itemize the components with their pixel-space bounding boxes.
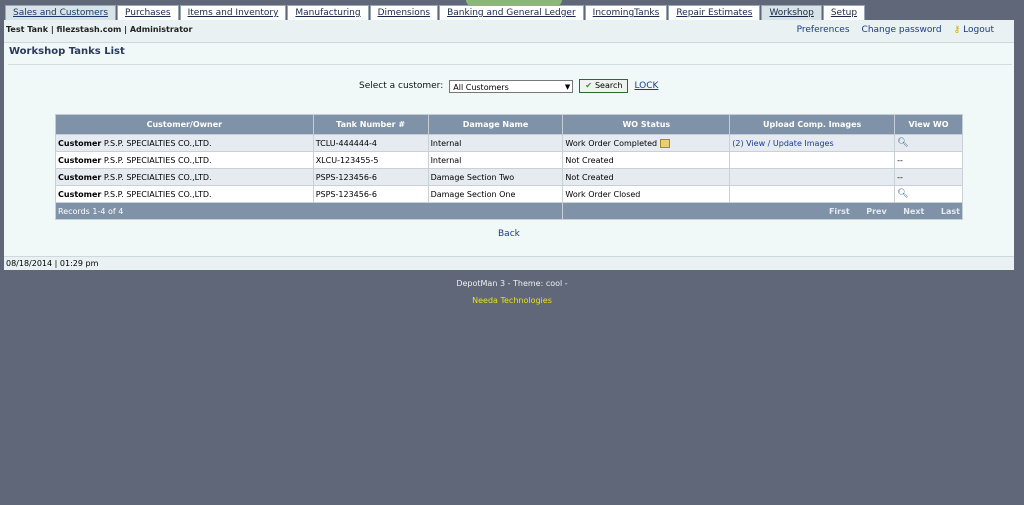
records-count: Records 1-4 of 4 bbox=[54, 202, 564, 220]
column-header[interactable]: Tank Number # bbox=[312, 114, 429, 135]
view-wo-cell: -- bbox=[894, 168, 963, 186]
user-info: Test Tank | filezstash.com | Administrat… bbox=[6, 25, 193, 34]
back-link[interactable]: Back bbox=[498, 229, 520, 239]
table-row: Customer P.S.P. SPECIALTIES CO.,LTD. PSP… bbox=[55, 168, 963, 186]
table-row: Customer P.S.P. SPECIALTIES CO.,LTD. TCL… bbox=[55, 134, 963, 152]
tab-sales-and-customers[interactable]: Sales and Customers bbox=[5, 5, 117, 20]
customer-cell: Customer P.S.P. SPECIALTIES CO.,LTD. bbox=[55, 134, 314, 152]
customer-select-value: All Customers bbox=[453, 82, 509, 92]
customer-select[interactable]: All Customers ▼ bbox=[449, 79, 574, 93]
customer-cell: Customer P.S.P. SPECIALTIES CO.,LTD. bbox=[55, 168, 314, 186]
customer-prefix: Customer bbox=[58, 138, 102, 148]
date-time-bar: 08/18/2014 | 01:29 pm bbox=[4, 256, 1014, 270]
checkmark-icon: ✔ bbox=[585, 81, 592, 90]
tank-number-cell: PSPS-123456-6 bbox=[312, 185, 429, 203]
upload-images-cell bbox=[729, 151, 896, 169]
damage-name-cell: Damage Section Two bbox=[427, 168, 564, 186]
column-header[interactable]: Upload Comp. Images bbox=[729, 114, 896, 135]
table-row: Customer P.S.P. SPECIALTIES CO.,LTD. XLC… bbox=[55, 151, 963, 169]
view-wo-cell: 🔍︎ bbox=[894, 134, 963, 152]
search-button-label: Search bbox=[594, 81, 623, 90]
wo-status-cell: Not Created bbox=[562, 151, 731, 169]
customer-filter-label: Select a customer: bbox=[359, 81, 444, 91]
workshop-tanks-table: Customer/Owner Tank Number # Damage Name… bbox=[54, 114, 963, 220]
date-time: 08/18/2014 | 01:29 pm bbox=[6, 259, 99, 268]
key-icon: ⚷ bbox=[953, 25, 961, 35]
tab-workshop[interactable]: Workshop bbox=[761, 5, 822, 20]
tab-banking-and-general-ledger[interactable]: Banking and General Ledger bbox=[439, 5, 584, 20]
lock-link[interactable]: LOCK bbox=[634, 81, 658, 91]
company-name: Needa Technologies bbox=[472, 296, 552, 305]
pager-next[interactable]: Next bbox=[903, 207, 924, 216]
wo-status-cell: Work Order Completed bbox=[562, 134, 731, 152]
view-wo-cell: 🔍︎ bbox=[894, 185, 963, 203]
chevron-down-icon: ▼ bbox=[564, 82, 571, 91]
customer-cell: Customer P.S.P. SPECIALTIES CO.,LTD. bbox=[55, 185, 314, 203]
tab-repair-estimates[interactable]: Repair Estimates bbox=[668, 5, 761, 20]
customer-cell: Customer P.S.P. SPECIALTIES CO.,LTD. bbox=[55, 151, 314, 169]
pager-prev[interactable]: Prev bbox=[866, 207, 886, 216]
magnifier-icon[interactable]: 🔍︎ bbox=[897, 189, 908, 199]
logout-link[interactable]: Logout bbox=[963, 25, 994, 35]
top-links: Preferences Change password ⚷ Logout bbox=[797, 25, 994, 35]
view-update-images-link[interactable]: (2) View / Update Images bbox=[732, 139, 833, 148]
logout-group: ⚷ Logout bbox=[954, 25, 994, 35]
wo-status-text: Work Order Completed bbox=[565, 138, 658, 148]
upload-images-cell bbox=[729, 185, 896, 203]
search-button[interactable]: ✔ Search bbox=[579, 79, 629, 93]
tab-items-and-inventory[interactable]: Items and Inventory bbox=[179, 5, 287, 20]
tank-number-cell: PSPS-123456-6 bbox=[312, 168, 429, 186]
view-wo-cell: -- bbox=[894, 151, 963, 169]
customer-prefix: Customer bbox=[58, 155, 102, 165]
magnifier-icon[interactable]: 🔍︎ bbox=[897, 138, 908, 148]
column-header[interactable]: WO Status bbox=[562, 114, 731, 135]
pager-first[interactable]: First bbox=[829, 207, 850, 216]
damage-name-cell: Damage Section One bbox=[427, 185, 564, 203]
tank-number-cell: TCLU-444444-4 bbox=[312, 134, 429, 152]
damage-name-cell: Internal bbox=[427, 134, 564, 152]
page-title: Workshop Tanks List bbox=[9, 46, 125, 57]
tank-number-cell: XLCU-123455-5 bbox=[312, 151, 429, 169]
preferences-link[interactable]: Preferences bbox=[797, 25, 850, 35]
main-panel: Test Tank | filezstash.com | Administrat… bbox=[4, 20, 1014, 270]
table-row: Customer P.S.P. SPECIALTIES CO.,LTD. PSP… bbox=[55, 185, 963, 203]
tab-purchases[interactable]: Purchases bbox=[117, 5, 179, 20]
customer-filter: Select a customer: All Customers ▼ ✔ Sea… bbox=[359, 79, 658, 93]
wo-status-cell: Not Created bbox=[562, 168, 731, 186]
table-footer-row: Records 1-4 of 4 First Prev Next Last bbox=[54, 202, 963, 220]
tab-dimensions[interactable]: Dimensions bbox=[369, 5, 439, 20]
main-tabs: Sales and Customers Purchases Items and … bbox=[5, 5, 866, 20]
pager: First Prev Next Last bbox=[562, 202, 963, 220]
column-header[interactable]: Customer/Owner bbox=[55, 114, 314, 135]
upload-images-cell: (2) View / Update Images bbox=[729, 134, 896, 152]
customer-prefix: Customer bbox=[58, 172, 102, 182]
customer-prefix: Customer bbox=[58, 189, 102, 199]
top-bar: Test Tank | filezstash.com | Administrat… bbox=[4, 20, 1014, 43]
tab-setup[interactable]: Setup bbox=[822, 5, 866, 20]
wo-status-cell: Work Order Closed bbox=[562, 185, 731, 203]
tab-incoming-tanks[interactable]: IncomingTanks bbox=[584, 5, 668, 20]
change-password-link[interactable]: Change password bbox=[862, 25, 942, 35]
note-icon[interactable] bbox=[660, 138, 671, 148]
column-header[interactable]: View WO bbox=[894, 114, 963, 135]
pager-last[interactable]: Last bbox=[941, 207, 960, 216]
app-name: DepotMan 3 - Theme: cool - bbox=[456, 279, 568, 288]
customer-name: P.S.P. SPECIALTIES CO.,LTD. bbox=[103, 172, 212, 182]
customer-name: P.S.P. SPECIALTIES CO.,LTD. bbox=[103, 155, 212, 165]
column-header[interactable]: Damage Name bbox=[427, 114, 564, 135]
upload-images-cell bbox=[729, 168, 896, 186]
customer-name: P.S.P. SPECIALTIES CO.,LTD. bbox=[103, 189, 212, 199]
tab-manufacturing[interactable]: Manufacturing bbox=[287, 5, 369, 20]
customer-name: P.S.P. SPECIALTIES CO.,LTD. bbox=[103, 138, 212, 148]
title-divider bbox=[8, 64, 1012, 65]
table-header-row: Customer/Owner Tank Number # Damage Name… bbox=[55, 114, 963, 135]
damage-name-cell: Internal bbox=[427, 151, 564, 169]
